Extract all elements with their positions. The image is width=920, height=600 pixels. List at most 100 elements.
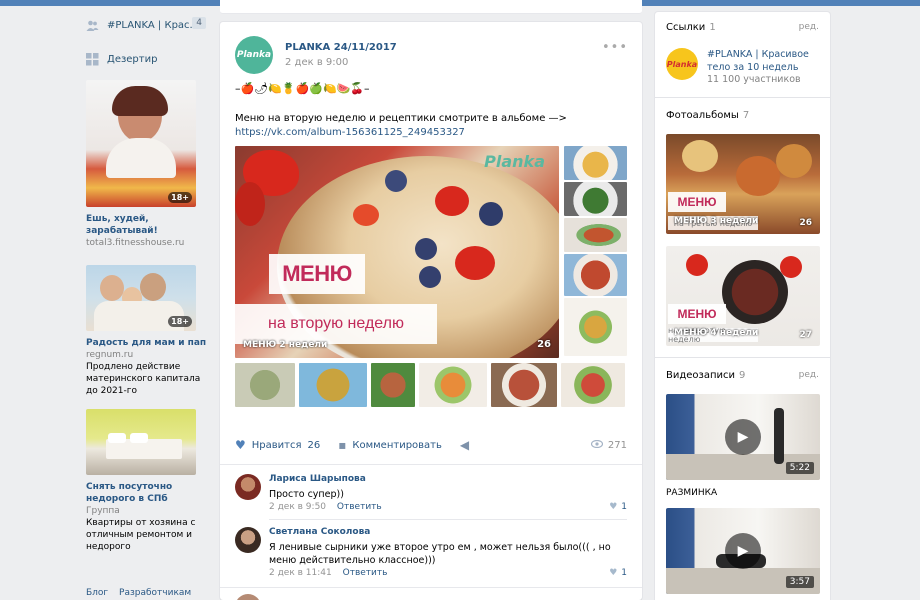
ad-block[interactable]: 18+ Ешь, худей, зарабатывай! total3.fitn… xyxy=(86,80,210,249)
divider xyxy=(269,519,627,520)
ad-domain: regnum.ru xyxy=(86,350,134,360)
albums-count: 7 xyxy=(742,110,750,121)
comment-author[interactable]: Лариса Шарыпова xyxy=(269,474,366,484)
heart-icon: ♥ xyxy=(609,502,618,512)
wall-post: Planka PLANKA 24/11/2017 2 дек в 9:00 ••… xyxy=(220,22,642,600)
videos-edit-button[interactable]: ред. xyxy=(799,370,819,380)
post-author-name[interactable]: PLANKA 24/11/2017 xyxy=(285,42,397,53)
post-main-photo[interactable]: Planka МЕНЮ на вторую неделю МЕНЮ 2 неде… xyxy=(235,146,559,358)
albums-title: Фотоальбомы xyxy=(666,110,739,121)
post-date[interactable]: 2 дек в 9:00 xyxy=(285,57,348,68)
album-title: МЕНЮ 3 недели xyxy=(674,216,759,226)
photo-thumb[interactable] xyxy=(491,363,557,407)
album-thumb[interactable]: МЕНЮ на четвертую неделю МЕНЮ 4 недели 2… xyxy=(666,246,820,346)
ad-text: Продлено действие материнского капитала … xyxy=(86,362,201,396)
photo-thumb[interactable] xyxy=(561,363,625,407)
bottom-thumbnails xyxy=(235,363,625,407)
comment-like-button[interactable]: ♥ 1 xyxy=(609,568,627,578)
link-avatar[interactable]: Planka xyxy=(666,48,698,80)
ad-title[interactable]: Радость для мам и пап xyxy=(86,337,210,349)
play-icon[interactable]: ▶ xyxy=(725,533,761,569)
links-edit-button[interactable]: ред. xyxy=(799,22,819,32)
link-members: 11 100 участников xyxy=(707,74,801,85)
photo-thumb[interactable] xyxy=(564,182,627,216)
strawberry xyxy=(235,182,265,226)
ad-title[interactable]: Ешь, худей, зарабатывай! xyxy=(86,213,210,237)
post-text-line: Меню на вторую неделю и рецептики смотри… xyxy=(235,113,567,124)
previous-post-stub xyxy=(220,0,642,14)
photo-thumb[interactable] xyxy=(419,363,487,407)
ad-image[interactable]: 18+ xyxy=(86,265,196,331)
play-icon[interactable]: ▶ xyxy=(725,419,761,455)
links-header[interactable]: Ссылки 1 xyxy=(666,22,716,33)
comment-author[interactable]: Светлана Соколова xyxy=(269,527,370,537)
strawberry xyxy=(686,254,708,276)
album-thumb[interactable]: МЕНЮ на третью неделю МЕНЮ 3 недели 26 xyxy=(666,134,820,234)
age-badge: 18+ xyxy=(168,192,192,203)
heart-icon: ♥ xyxy=(609,568,618,578)
photo-thumb[interactable] xyxy=(564,254,627,296)
links-count: 1 xyxy=(709,22,716,33)
megaphone-icon: ◀ xyxy=(459,438,470,452)
link-title[interactable]: #PLANKA | Красивое тело за 10 недель xyxy=(707,48,823,74)
comment-button[interactable]: ▪ Комментировать xyxy=(338,438,442,452)
divider xyxy=(220,464,642,465)
album-title: МЕНЮ 4 недели xyxy=(674,328,759,338)
trainer-figure xyxy=(774,408,784,464)
videos-title: Видеозаписи xyxy=(666,370,736,381)
more-options-icon[interactable]: ••• xyxy=(602,40,628,55)
left-menu-item-dezertir[interactable]: Дезертир xyxy=(86,46,210,72)
album-count: 26 xyxy=(799,218,812,228)
albums-block: Фотоальбомы 7 МЕНЮ на третью неделю МЕНЮ … xyxy=(655,98,830,360)
photo-thumb[interactable] xyxy=(371,363,415,407)
commenter-avatar[interactable] xyxy=(235,594,261,600)
footer-link-blog[interactable]: Блог xyxy=(86,588,108,598)
post-author-avatar[interactable]: Planka xyxy=(235,36,273,74)
blueberry xyxy=(479,202,503,226)
ad-block[interactable]: Снять посуточно недорого в СПб Группа Кв… xyxy=(86,409,210,553)
albums-header[interactable]: Фотоальбомы 7 xyxy=(666,110,749,121)
post-emoji-line: –🍎🌶🍋🍍🍎🍏🍋🍉🍒– xyxy=(235,82,370,95)
links-block: Ссылки 1 ред. Planka #PLANKA | Красивое т… xyxy=(655,12,830,100)
share-button[interactable]: ◀ xyxy=(460,438,475,452)
comment-meta: 2 дек в 11:41 Ответить xyxy=(269,568,387,578)
commenter-avatar[interactable] xyxy=(235,474,261,500)
ad-text: Квартиры от хозяина с отличным ремонтом … xyxy=(86,518,196,552)
strawberry xyxy=(435,186,469,216)
strawberry xyxy=(353,204,379,226)
footer-link-developers[interactable]: Разработчикам xyxy=(119,588,191,598)
apps-icon xyxy=(86,52,99,66)
post-album-link[interactable]: https://vk.com/album-156361125_249453327 xyxy=(235,126,635,140)
like-button[interactable]: ♥ Нравится 26 xyxy=(235,438,320,452)
post-actions: ♥ Нравится 26 ▪ Комментировать ◀ 271 xyxy=(235,438,627,452)
photo-thumb[interactable] xyxy=(564,146,627,180)
ad-image[interactable] xyxy=(86,409,196,475)
video-thumb[interactable]: ▶ 5:22 xyxy=(666,394,820,480)
comment-like-count: 1 xyxy=(621,502,627,512)
commenter-avatar[interactable] xyxy=(235,527,261,553)
comment-like-count: 1 xyxy=(621,568,627,578)
divider xyxy=(220,587,642,588)
left-menu-item-planka[interactable]: #PLANKA | Крас... 4 xyxy=(86,12,210,38)
photo-thumb[interactable] xyxy=(299,363,367,407)
reply-button[interactable]: Ответить xyxy=(343,568,388,578)
ad-block[interactable]: 18+ Радость для мам и пап regnum.ru Прод… xyxy=(86,265,210,397)
videos-header[interactable]: Видеозаписи 9 xyxy=(666,370,745,381)
blueberry xyxy=(419,266,441,288)
left-menu-label: Дезертир xyxy=(107,53,158,65)
video-caption[interactable]: РАЗМИНКА xyxy=(666,488,717,498)
ad-title[interactable]: Снять посуточно недорого в СПб xyxy=(86,481,210,505)
comment-like-button[interactable]: ♥ 1 xyxy=(609,502,627,512)
photo-thumb[interactable] xyxy=(564,218,627,252)
comment-date[interactable]: 2 дек в 9:50 xyxy=(269,502,326,512)
ad-domain: total3.fitnesshouse.ru xyxy=(86,238,185,248)
photo-thumb[interactable] xyxy=(235,363,295,407)
comment-date[interactable]: 2 дек в 11:41 xyxy=(269,568,332,578)
ad-image[interactable]: 18+ xyxy=(86,80,196,207)
video-thumb[interactable]: ▶ 3:57 xyxy=(666,508,820,594)
video-duration: 5:22 xyxy=(785,462,814,474)
photo-thumb[interactable] xyxy=(564,298,627,356)
reply-button[interactable]: Ответить xyxy=(337,502,382,512)
like-count: 26 xyxy=(307,439,321,451)
comment-text: Я ленивые сырники уже второе утро ем , м… xyxy=(269,542,611,566)
